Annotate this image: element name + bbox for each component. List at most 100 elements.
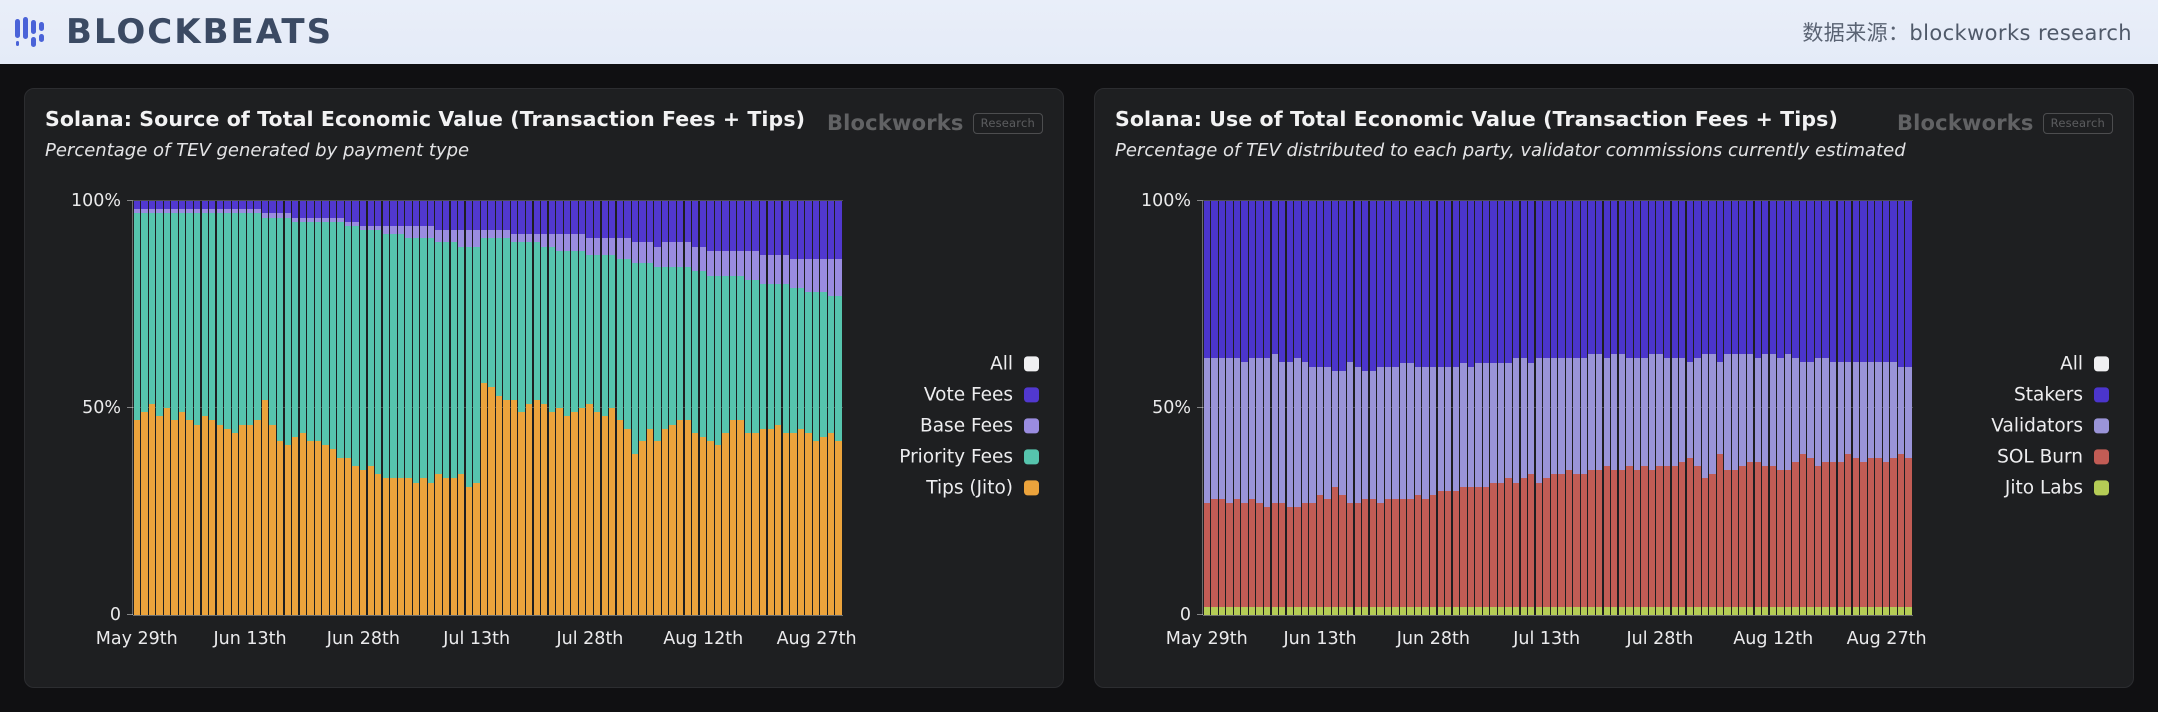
bar-column[interactable] bbox=[1853, 201, 1859, 615]
bar-column[interactable] bbox=[224, 201, 230, 615]
bar-column[interactable] bbox=[1528, 201, 1534, 615]
bar-column[interactable] bbox=[783, 201, 789, 615]
bar-column[interactable] bbox=[360, 201, 366, 615]
bar-column[interactable] bbox=[239, 201, 245, 615]
bar-column[interactable] bbox=[556, 201, 562, 615]
bar-column[interactable] bbox=[1845, 201, 1851, 615]
bar-column[interactable] bbox=[700, 201, 706, 615]
bar-column[interactable] bbox=[262, 201, 268, 615]
bar-column[interactable] bbox=[579, 201, 585, 615]
bar-column[interactable] bbox=[1483, 201, 1489, 615]
bar-column[interactable] bbox=[1453, 201, 1459, 615]
bar-column[interactable] bbox=[383, 201, 389, 615]
bar-column[interactable] bbox=[534, 201, 540, 615]
bar-column[interactable] bbox=[1611, 201, 1617, 615]
bar-column[interactable] bbox=[828, 201, 834, 615]
bar-column[interactable] bbox=[1792, 201, 1798, 615]
bar-column[interactable] bbox=[420, 201, 426, 615]
bar-column[interactable] bbox=[1415, 201, 1421, 615]
bar-column[interactable] bbox=[1588, 201, 1594, 615]
legend-item[interactable]: All bbox=[2060, 353, 2109, 374]
bar-column[interactable] bbox=[571, 201, 577, 615]
bar-column[interactable] bbox=[292, 201, 298, 615]
bar-column[interactable] bbox=[624, 201, 630, 615]
bar-column[interactable] bbox=[594, 201, 600, 615]
bar-column[interactable] bbox=[1664, 201, 1670, 615]
bar-column[interactable] bbox=[1385, 201, 1391, 615]
bar-column[interactable] bbox=[1883, 201, 1889, 615]
bar-column[interactable] bbox=[451, 201, 457, 615]
bar-column[interactable] bbox=[752, 201, 758, 615]
bar-column[interactable] bbox=[798, 201, 804, 615]
bar-column[interactable] bbox=[760, 201, 766, 615]
bar-column[interactable] bbox=[481, 201, 487, 615]
bar-column[interactable] bbox=[1702, 201, 1708, 615]
bar-column[interactable] bbox=[1241, 201, 1247, 615]
bar-column[interactable] bbox=[685, 201, 691, 615]
bar-column[interactable] bbox=[1211, 201, 1217, 615]
bar-column[interactable] bbox=[632, 201, 638, 615]
bar-column[interactable] bbox=[1875, 201, 1881, 615]
bar-column[interactable] bbox=[722, 201, 728, 615]
bar-column[interactable] bbox=[518, 201, 524, 615]
bar-column[interactable] bbox=[1905, 201, 1911, 615]
bar-column[interactable] bbox=[337, 201, 343, 615]
bar-column[interactable] bbox=[1724, 201, 1730, 615]
bar-column[interactable] bbox=[209, 201, 215, 615]
bar-column[interactable] bbox=[1815, 201, 1821, 615]
bar-column[interactable] bbox=[609, 201, 615, 615]
bar-column[interactable] bbox=[805, 201, 811, 615]
bar-column[interactable] bbox=[398, 201, 404, 615]
bar-column[interactable] bbox=[496, 201, 502, 615]
chart-legend[interactable]: AllVote FeesBase FeesPriority FeesTips (… bbox=[899, 353, 1039, 498]
legend-item[interactable]: Stakers bbox=[2014, 384, 2109, 405]
bar-column[interactable] bbox=[277, 201, 283, 615]
bar-column[interactable] bbox=[813, 201, 819, 615]
bar-column[interactable] bbox=[322, 201, 328, 615]
bar-column[interactable] bbox=[345, 201, 351, 615]
bar-column[interactable] bbox=[1566, 201, 1572, 615]
bar-column[interactable] bbox=[1317, 201, 1323, 615]
bar-column[interactable] bbox=[202, 201, 208, 615]
bar-column[interactable] bbox=[1785, 201, 1791, 615]
bar-column[interactable] bbox=[1377, 201, 1383, 615]
bar-column[interactable] bbox=[466, 201, 472, 615]
bar-column[interactable] bbox=[1264, 201, 1270, 615]
bar-column[interactable] bbox=[330, 201, 336, 615]
bar-column[interactable] bbox=[564, 201, 570, 615]
bar-column[interactable] bbox=[1807, 201, 1813, 615]
bar-column[interactable] bbox=[715, 201, 721, 615]
bar-column[interactable] bbox=[1498, 201, 1504, 615]
bar-column[interactable] bbox=[1513, 201, 1519, 615]
bar-column[interactable] bbox=[1370, 201, 1376, 615]
bar-column[interactable] bbox=[217, 201, 223, 615]
bar-column[interactable] bbox=[1430, 201, 1436, 615]
bar-column[interactable] bbox=[1294, 201, 1300, 615]
bar-column[interactable] bbox=[1521, 201, 1527, 615]
bar-column[interactable] bbox=[1649, 201, 1655, 615]
bar-column[interactable] bbox=[1438, 201, 1444, 615]
bar-column[interactable] bbox=[1505, 201, 1511, 615]
legend-item[interactable]: All bbox=[990, 353, 1039, 374]
brand-logo[interactable]: BLOCKBEATS bbox=[14, 12, 333, 52]
bar-column[interactable] bbox=[1800, 201, 1806, 615]
bar-column[interactable] bbox=[186, 201, 192, 615]
bar-column[interactable] bbox=[768, 201, 774, 615]
bar-column[interactable] bbox=[1392, 201, 1398, 615]
bar-column[interactable] bbox=[194, 201, 200, 615]
bar-column[interactable] bbox=[1898, 201, 1904, 615]
legend-item[interactable]: SOL Burn bbox=[1997, 446, 2109, 467]
bar-column[interactable] bbox=[368, 201, 374, 615]
bar-column[interactable] bbox=[1324, 201, 1330, 615]
bar-column[interactable] bbox=[428, 201, 434, 615]
bar-column[interactable] bbox=[1309, 201, 1315, 615]
bar-column[interactable] bbox=[375, 201, 381, 615]
chart-legend[interactable]: AllStakersValidatorsSOL BurnJito Labs bbox=[1991, 353, 2109, 498]
bar-column[interactable] bbox=[307, 201, 313, 615]
bar-column[interactable] bbox=[1581, 201, 1587, 615]
bar-column[interactable] bbox=[1679, 201, 1685, 615]
bar-column[interactable] bbox=[1475, 201, 1481, 615]
bar-column[interactable] bbox=[1641, 201, 1647, 615]
bar-column[interactable] bbox=[677, 201, 683, 615]
bar-column[interactable] bbox=[1634, 201, 1640, 615]
